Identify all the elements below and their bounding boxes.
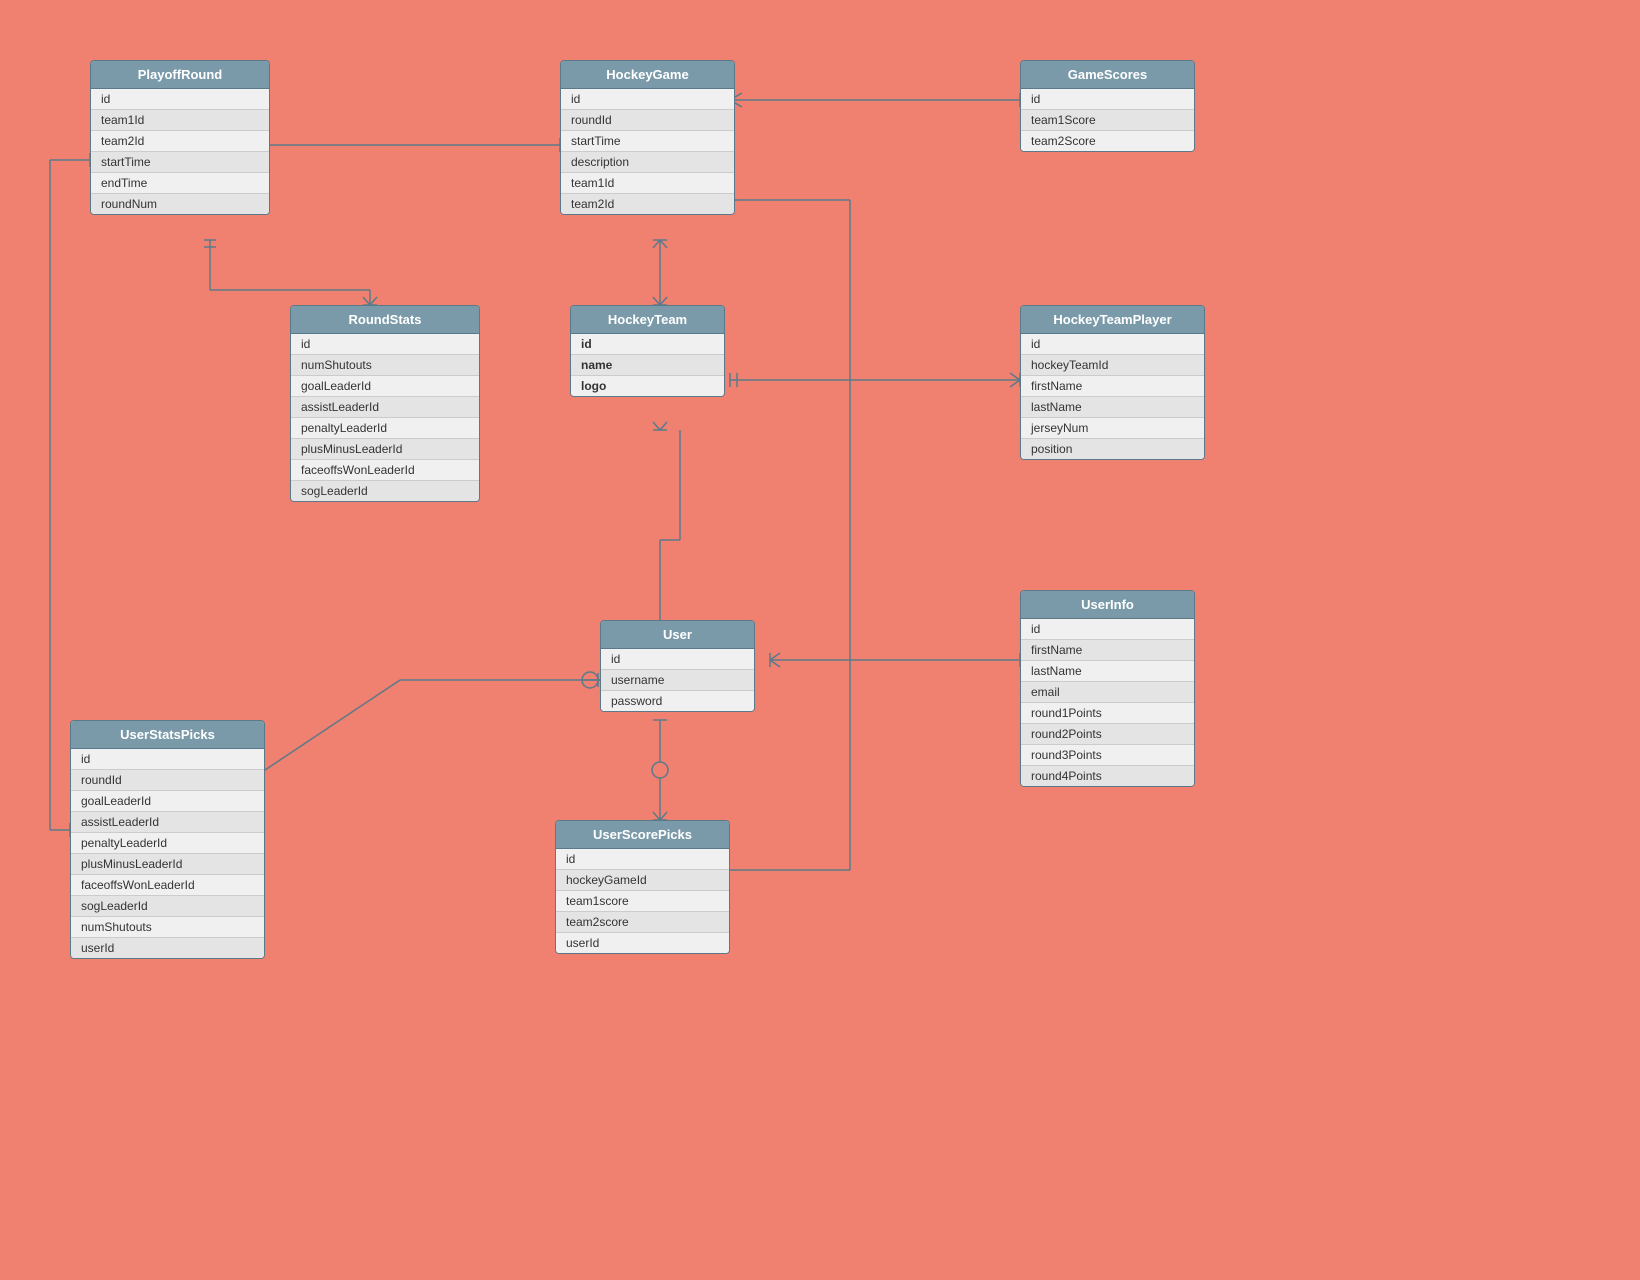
table-row: id [1021, 619, 1194, 640]
table-row: faceoffsWonLeaderId [71, 875, 264, 896]
table-row: startTime [561, 131, 734, 152]
table-row: plusMinusLeaderId [71, 854, 264, 875]
table-row: id [291, 334, 479, 355]
user-stats-picks-header: UserStatsPicks [71, 721, 264, 749]
table-row: round1Points [1021, 703, 1194, 724]
table-row: roundId [561, 110, 734, 131]
table-row: round3Points [1021, 745, 1194, 766]
user-table: User id username password [600, 620, 755, 712]
table-row: roundId [71, 770, 264, 791]
table-row: assistLeaderId [291, 397, 479, 418]
table-row: hockeyGameId [556, 870, 729, 891]
table-row: roundNum [91, 194, 269, 214]
table-row: sogLeaderId [291, 481, 479, 501]
game-scores-header: GameScores [1021, 61, 1194, 89]
table-row: logo [571, 376, 724, 396]
table-row: id [71, 749, 264, 770]
table-row: id [571, 334, 724, 355]
table-row: team2Score [1021, 131, 1194, 151]
table-row: userId [556, 933, 729, 953]
table-row: penaltyLeaderId [291, 418, 479, 439]
table-row: team2score [556, 912, 729, 933]
table-row: position [1021, 439, 1204, 459]
user-score-picks-header: UserScorePicks [556, 821, 729, 849]
user-score-picks-table: UserScorePicks id hockeyGameId team1scor… [555, 820, 730, 954]
playoff-round-header: PlayoffRound [91, 61, 269, 89]
table-row: email [1021, 682, 1194, 703]
user-info-table: UserInfo id firstName lastName email rou… [1020, 590, 1195, 787]
hockey-game-table: HockeyGame id roundId startTime descript… [560, 60, 735, 215]
table-row: team2Id [91, 131, 269, 152]
table-row: numShutouts [71, 917, 264, 938]
table-row: username [601, 670, 754, 691]
table-row: id [561, 89, 734, 110]
table-row: team1Id [91, 110, 269, 131]
table-row: id [1021, 334, 1204, 355]
table-row: team2Id [561, 194, 734, 214]
user-header: User [601, 621, 754, 649]
table-row: id [91, 89, 269, 110]
table-row: goalLeaderId [71, 791, 264, 812]
table-row: jerseyNum [1021, 418, 1204, 439]
table-row: plusMinusLeaderId [291, 439, 479, 460]
table-row: firstName [1021, 376, 1204, 397]
table-row: penaltyLeaderId [71, 833, 264, 854]
hockey-team-header: HockeyTeam [571, 306, 724, 334]
table-row: startTime [91, 152, 269, 173]
table-row: faceoffsWonLeaderId [291, 460, 479, 481]
user-info-header: UserInfo [1021, 591, 1194, 619]
table-row: goalLeaderId [291, 376, 479, 397]
hockey-game-header: HockeyGame [561, 61, 734, 89]
user-stats-picks-table: UserStatsPicks id roundId goalLeaderId a… [70, 720, 265, 959]
table-row: endTime [91, 173, 269, 194]
table-row: team1Score [1021, 110, 1194, 131]
table-row: lastName [1021, 397, 1204, 418]
hockey-team-player-header: HockeyTeamPlayer [1021, 306, 1204, 334]
hockey-team-player-table: HockeyTeamPlayer id hockeyTeamId firstNa… [1020, 305, 1205, 460]
table-row: description [561, 152, 734, 173]
table-row: lastName [1021, 661, 1194, 682]
diagram-container: PlayoffRound id team1Id team2Id startTim… [0, 0, 1640, 1280]
table-row: password [601, 691, 754, 711]
table-row: id [601, 649, 754, 670]
table-row: team1score [556, 891, 729, 912]
round-stats-header: RoundStats [291, 306, 479, 334]
table-row: sogLeaderId [71, 896, 264, 917]
hockey-team-table: HockeyTeam id name logo [570, 305, 725, 397]
table-row: round2Points [1021, 724, 1194, 745]
table-row: firstName [1021, 640, 1194, 661]
game-scores-table: GameScores id team1Score team2Score [1020, 60, 1195, 152]
table-row: round4Points [1021, 766, 1194, 786]
round-stats-table: RoundStats id numShutouts goalLeaderId a… [290, 305, 480, 502]
table-row: userId [71, 938, 264, 958]
playoff-round-table: PlayoffRound id team1Id team2Id startTim… [90, 60, 270, 215]
table-row: id [1021, 89, 1194, 110]
table-row: assistLeaderId [71, 812, 264, 833]
table-row: id [556, 849, 729, 870]
table-row: numShutouts [291, 355, 479, 376]
table-row: hockeyTeamId [1021, 355, 1204, 376]
table-row: team1Id [561, 173, 734, 194]
table-row: name [571, 355, 724, 376]
